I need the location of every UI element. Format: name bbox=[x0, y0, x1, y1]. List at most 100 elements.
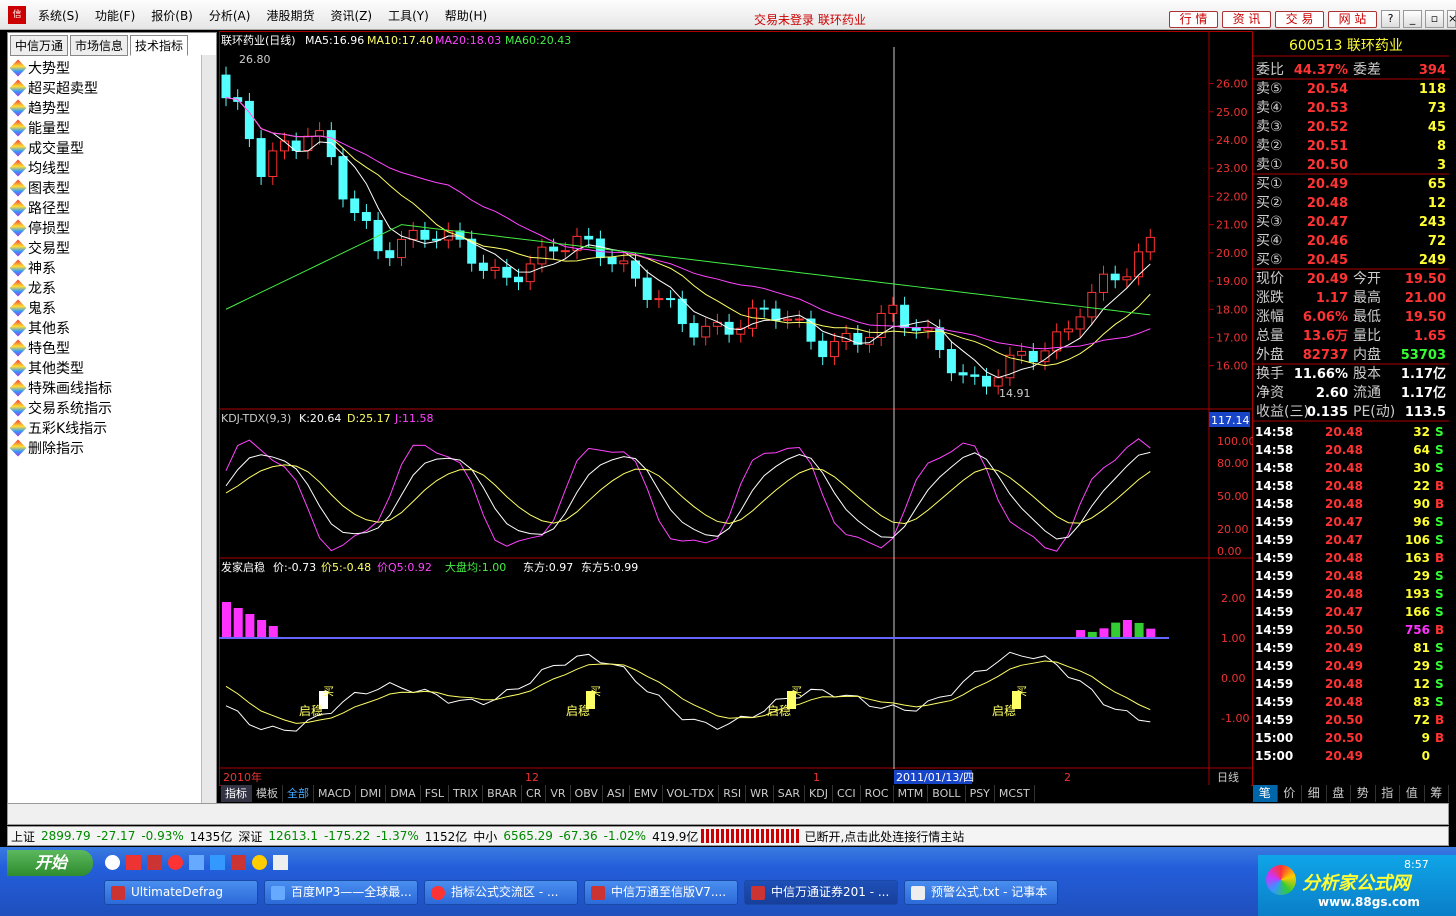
candle bbox=[385, 250, 395, 259]
indicator-tab-vr[interactable]: VR bbox=[546, 785, 571, 802]
indicator-category-item[interactable]: 其他系 bbox=[9, 318, 216, 338]
ie-icon[interactable] bbox=[105, 855, 120, 870]
indicator-tab-trix[interactable]: TRIX bbox=[449, 785, 484, 802]
start-button[interactable]: 开始 bbox=[7, 850, 93, 876]
indicator-category-item[interactable]: 特色型 bbox=[9, 338, 216, 358]
browser-icon[interactable] bbox=[189, 855, 204, 870]
quote-tab[interactable]: 笔 bbox=[1253, 785, 1278, 802]
indicator-category-item[interactable]: 删除指示 bbox=[9, 438, 216, 458]
indicator-category-item[interactable]: 交易型 bbox=[9, 238, 216, 258]
quote-tab[interactable]: 值 bbox=[1400, 785, 1425, 802]
quote-tab[interactable]: 指 bbox=[1376, 785, 1400, 802]
indicator-category-item[interactable]: 神系 bbox=[9, 258, 216, 278]
indicator-category-item[interactable]: 图表型 bbox=[9, 178, 216, 198]
opera-icon[interactable] bbox=[168, 855, 183, 870]
indicator-tab-全部[interactable]: 全部 bbox=[283, 785, 314, 802]
indicator-tab-obv[interactable]: OBV bbox=[571, 785, 603, 802]
help-button[interactable]: ? bbox=[1381, 10, 1400, 28]
quote-tab[interactable]: 势 bbox=[1351, 785, 1376, 802]
indicator-tab-cr[interactable]: CR bbox=[522, 785, 547, 802]
indicator-category-item[interactable]: 五彩K线指示 bbox=[9, 418, 216, 438]
category-label: 鬼系 bbox=[28, 301, 56, 317]
indicator-tab-dma[interactable]: DMA bbox=[386, 785, 421, 802]
indicator-category-item[interactable]: 其他类型 bbox=[9, 358, 216, 378]
indicator-tab-boll[interactable]: BOLL bbox=[928, 785, 966, 802]
indicator-tab-模板[interactable]: 模板 bbox=[252, 785, 283, 802]
indicator-tab-psy[interactable]: PSY bbox=[966, 785, 995, 802]
app-icon[interactable] bbox=[126, 855, 141, 870]
indicator-tab-rsi[interactable]: RSI bbox=[719, 785, 747, 802]
tab-zxwt[interactable]: 中信万通 bbox=[10, 35, 69, 56]
indicator-category-item[interactable]: 鬼系 bbox=[9, 298, 216, 318]
indicator-category-item[interactable]: 路径型 bbox=[9, 198, 216, 218]
quote-tab[interactable]: 价 bbox=[1278, 785, 1302, 802]
menu-system[interactable]: 系统(S) bbox=[32, 7, 85, 24]
indicator-tab-dmi[interactable]: DMI bbox=[356, 785, 387, 802]
nav-quote-button[interactable]: 行 情 bbox=[1169, 11, 1218, 28]
indicator-category-item[interactable]: 停损型 bbox=[9, 218, 216, 238]
indicator-tab-roc[interactable]: ROC bbox=[861, 785, 894, 802]
task-notepad[interactable]: 预警公式.txt - 记事本 bbox=[904, 880, 1058, 905]
indicator-category-item[interactable]: 能量型 bbox=[9, 118, 216, 138]
indicator-tab-fsl[interactable]: FSL bbox=[421, 785, 449, 802]
chart-area[interactable]: 26.0025.0024.0023.0022.0021.0020.0019.00… bbox=[219, 31, 1253, 787]
indicator-category-item[interactable]: 趋势型 bbox=[9, 98, 216, 118]
quote-tab[interactable]: 细 bbox=[1302, 785, 1327, 802]
quote-tab[interactable]: 盘 bbox=[1327, 785, 1351, 802]
menu-help[interactable]: 帮助(H) bbox=[439, 7, 493, 24]
indicator-tab-cci[interactable]: CCI bbox=[833, 785, 861, 802]
indicator-tab-macd[interactable]: MACD bbox=[314, 785, 356, 802]
quote-tab[interactable]: 筹 bbox=[1425, 785, 1449, 802]
indicator-tab-wr[interactable]: WR bbox=[746, 785, 774, 802]
panel-scrollbar[interactable] bbox=[201, 55, 216, 803]
category-icon bbox=[9, 399, 27, 417]
indicator-tab-sar[interactable]: SAR bbox=[774, 785, 806, 802]
y-tick-label: 17.00 bbox=[1216, 331, 1248, 344]
indicator-category-item[interactable]: 交易系统指示 bbox=[9, 398, 216, 418]
indicator-category-item[interactable]: 大势型 bbox=[9, 58, 216, 78]
indicator-tab-vol-tdx[interactable]: VOL-TDX bbox=[663, 785, 720, 802]
indicator-tab-brar[interactable]: BRAR bbox=[483, 785, 523, 802]
tab-market-info[interactable]: 市场信息 bbox=[70, 35, 129, 56]
buy-label: 买 bbox=[1016, 685, 1027, 698]
menu-analysis[interactable]: 分析(A) bbox=[203, 7, 257, 24]
connection-message[interactable]: 已断开,点击此处连接行情主站 bbox=[801, 828, 967, 845]
nav-trade-button[interactable]: 交 易 bbox=[1275, 11, 1324, 28]
task-zxwt-v7[interactable]: 中信万通至信版V7.... bbox=[584, 880, 738, 905]
indicator-tab-kdj[interactable]: KDJ bbox=[805, 785, 833, 802]
close-button[interactable]: × bbox=[1447, 10, 1456, 28]
shortcut-icon[interactable] bbox=[210, 855, 225, 870]
restore-button[interactable]: ▫ bbox=[1425, 10, 1444, 28]
indicator-category-item[interactable]: 特殊画线指标 bbox=[9, 378, 216, 398]
nav-info-button[interactable]: 资 讯 bbox=[1222, 11, 1271, 28]
app2-icon[interactable] bbox=[231, 855, 246, 870]
stock-icon[interactable] bbox=[147, 855, 162, 870]
nav-web-button[interactable]: 网 站 bbox=[1328, 11, 1377, 28]
sz-amount: 1152亿 bbox=[424, 829, 468, 844]
task-forum[interactable]: 指标公式交流区 - ... bbox=[424, 880, 578, 905]
menu-quote[interactable]: 报价(B) bbox=[145, 7, 199, 24]
task-ultimatedefrag[interactable]: UltimateDefrag bbox=[104, 880, 258, 905]
indicator-category-item[interactable]: 成交量型 bbox=[9, 138, 216, 158]
tab-tech-indicators[interactable]: 技术指标 bbox=[130, 35, 189, 56]
desktop-icon[interactable] bbox=[273, 855, 288, 870]
minimize-button[interactable]: _ bbox=[1403, 10, 1422, 28]
menu-info[interactable]: 资讯(Z) bbox=[324, 7, 378, 24]
indicator-tab-指标[interactable]: 指标 bbox=[221, 785, 252, 802]
task-baidu-mp3[interactable]: 百度MP3——全球最... bbox=[264, 880, 418, 905]
menu-tools[interactable]: 工具(Y) bbox=[382, 7, 435, 24]
indicator-tab-asi[interactable]: ASI bbox=[603, 785, 630, 802]
indicator-tab-mcst[interactable]: MCST bbox=[995, 785, 1035, 802]
tick-price: 20.48 bbox=[1325, 551, 1363, 565]
indicator-tab-mtm[interactable]: MTM bbox=[894, 785, 929, 802]
menu-function[interactable]: 功能(F) bbox=[89, 7, 141, 24]
indicator-category-item[interactable]: 龙系 bbox=[9, 278, 216, 298]
indicator-category-item[interactable]: 均线型 bbox=[9, 158, 216, 178]
qq-icon[interactable] bbox=[252, 855, 267, 870]
signal-label: 启稳 bbox=[767, 703, 791, 718]
signal-label: 启稳 bbox=[299, 703, 323, 718]
indicator-category-item[interactable]: 超买超卖型 bbox=[9, 78, 216, 98]
indicator-tab-emv[interactable]: EMV bbox=[630, 785, 663, 802]
menu-hk-futures[interactable]: 港股期货 bbox=[260, 7, 320, 24]
task-zxwt-2010[interactable]: 中信万通证券201 - ... bbox=[744, 880, 898, 905]
